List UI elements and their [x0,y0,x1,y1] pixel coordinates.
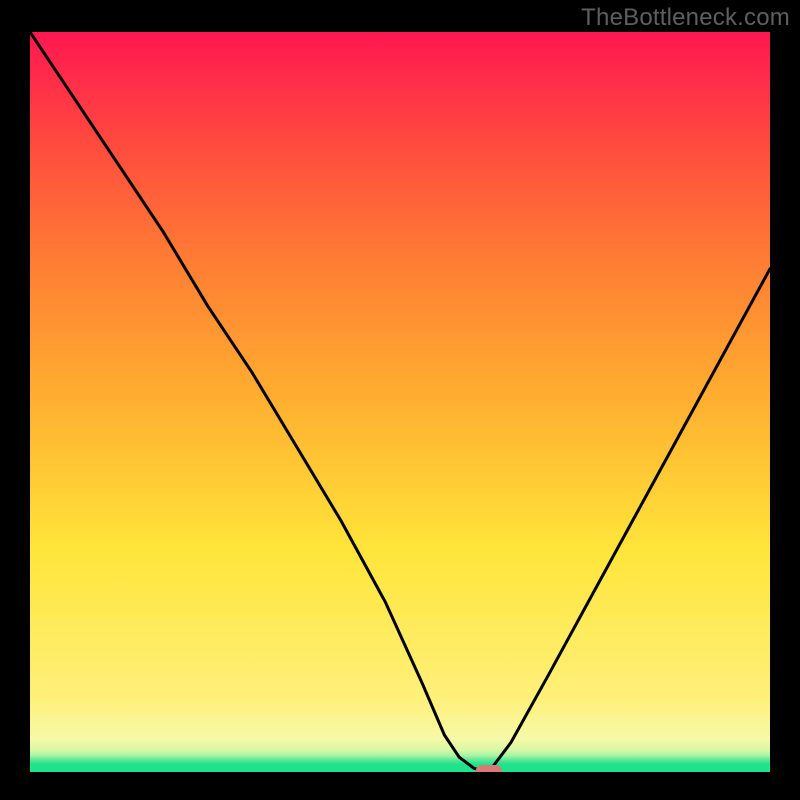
bottleneck-plot [30,32,770,772]
chart-frame: TheBottleneck.com [0,0,800,800]
plot-svg [30,32,770,772]
watermark-label: TheBottleneck.com [581,4,790,32]
gradient-background [30,32,770,772]
minimum-marker [476,765,502,772]
